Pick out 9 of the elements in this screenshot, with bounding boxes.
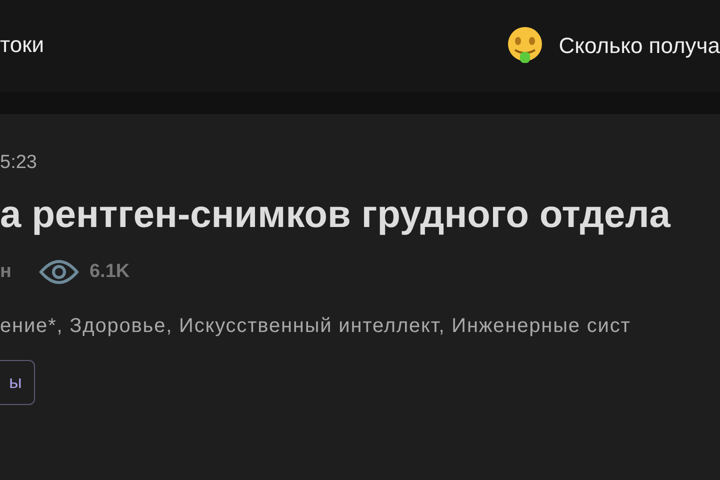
promo-link[interactable]: Сколько получа [558,33,720,59]
nav-link[interactable]: токи [0,32,44,60]
view-count: 6.1K [89,261,130,283]
article-title: а рентген-снимков грудного отдела [0,194,670,237]
eye-icon [39,259,80,285]
tag-button[interactable]: ы [0,360,35,405]
publish-time: 5:23 [0,152,37,174]
hubs-list: ение*, Здоровье, Искусственный интеллект, Инженерные сист [0,315,631,338]
reading-time: н [0,261,12,283]
